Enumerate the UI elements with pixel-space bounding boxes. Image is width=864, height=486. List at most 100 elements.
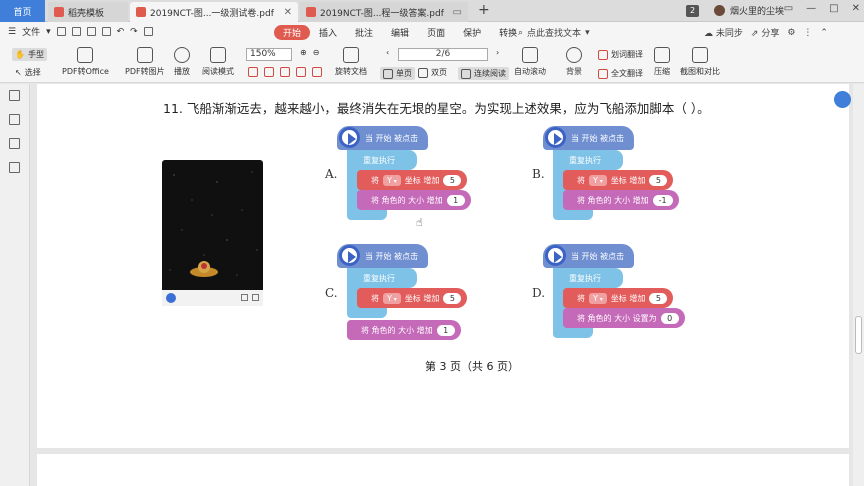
stage-controls	[162, 290, 263, 306]
tab-home[interactable]: 首页	[0, 0, 45, 22]
read-mode-button[interactable]: 阅读模式	[202, 47, 234, 77]
continuous-icon	[461, 68, 471, 79]
fit-page-icon[interactable]	[248, 67, 258, 77]
search-icon: ⌕	[518, 27, 524, 38]
document-viewport[interactable]: 11. 飞船渐渐远去，越来越小，最终消失在无垠的星空。为实现上述效果，应为飞船添…	[31, 84, 853, 486]
sync-button[interactable]: ☁ 未同步	[704, 26, 743, 39]
screenshot-compare-button[interactable]: 截图和对比	[680, 47, 720, 77]
background-button[interactable]: 背景	[566, 47, 582, 77]
share-label: 分享	[761, 29, 780, 39]
single-page-icon	[383, 68, 393, 79]
loop-label: 重复执行	[363, 155, 395, 165]
fit-width-icon[interactable]	[264, 67, 274, 77]
export-icon[interactable]	[101, 27, 111, 36]
double-page-button[interactable]: 双页	[418, 67, 447, 78]
page-number-input[interactable]: 2/6	[398, 48, 488, 61]
actual-size-icon[interactable]	[280, 67, 290, 77]
run-icon[interactable]	[166, 293, 176, 303]
pdf-to-office-button[interactable]: PDF转Office	[62, 47, 109, 77]
attachment-icon[interactable]	[9, 162, 20, 173]
redo-icon[interactable]: ↷	[130, 27, 138, 37]
pdf-page-next	[37, 454, 849, 486]
zoom-select[interactable]: 150%	[246, 48, 292, 61]
rotate-left-icon[interactable]	[296, 67, 306, 77]
tab-template[interactable]: 稻壳模板	[48, 2, 128, 22]
hand-tool-button[interactable]: ✋ 手型	[12, 48, 47, 61]
undo-icon[interactable]: ↶	[117, 27, 125, 37]
find-text[interactable]: ⌕ 点此查找文本 ▾	[518, 26, 590, 40]
pdf-to-image-button[interactable]: PDF转图片	[125, 47, 165, 77]
floating-tool-button[interactable]	[834, 91, 851, 108]
play-button[interactable]: 播放	[174, 47, 190, 77]
monitor-icon[interactable]: ▭	[449, 7, 462, 18]
block-text: 将 角色的 大小 增加	[371, 195, 443, 205]
close-window-icon[interactable]: ✕	[852, 3, 860, 14]
continuous-read-button[interactable]: 连续阅读	[458, 67, 509, 80]
next-page-icon[interactable]: ›	[496, 48, 499, 57]
translate-full-icon	[598, 68, 608, 79]
clipboard-icon[interactable]	[143, 27, 153, 36]
thumbnail-icon[interactable]	[9, 90, 20, 101]
cloud-icon: ☁	[704, 29, 713, 39]
layout-icon[interactable]	[241, 294, 248, 301]
block-value: -1	[652, 194, 673, 206]
rotate-icon	[343, 47, 359, 63]
block-prefix: 将	[371, 175, 379, 185]
change-size-block: 将 角色的 大小 增加 1	[357, 190, 471, 210]
select-tool-button[interactable]: ↖ 选择	[15, 67, 41, 78]
tab-edit[interactable]: 编辑	[382, 25, 418, 40]
sync-label: 未同步	[715, 29, 743, 39]
screenshot-label: 截图和对比	[680, 67, 720, 76]
tab-comment[interactable]: 批注	[346, 25, 382, 40]
block-prefix: 将	[371, 293, 379, 303]
prev-page-icon[interactable]: ‹	[386, 48, 389, 57]
tab-insert[interactable]: 插入	[310, 25, 346, 40]
close-icon[interactable]: ✕	[280, 7, 292, 18]
auto-scroll-button[interactable]: 自动滚动	[514, 47, 546, 77]
dropdown-icon[interactable]: ▾	[46, 27, 51, 37]
set-size-block: 将 角色的 大小 设置为 0	[563, 308, 685, 328]
minimize-icon[interactable]: —	[806, 3, 816, 14]
block-value: 5	[649, 292, 668, 304]
hat-label: 当 开始 被点击	[571, 133, 625, 143]
vertical-scrollbar[interactable]	[853, 84, 864, 486]
more-icon[interactable]: ⋮	[803, 28, 812, 38]
bookmark-icon[interactable]	[9, 114, 20, 125]
restore-icon[interactable]: ▭	[784, 3, 793, 14]
scrollbar-thumb[interactable]	[855, 316, 862, 354]
file-menu[interactable]: 文件	[22, 25, 40, 38]
tab-protect[interactable]: 保护	[454, 25, 490, 40]
play-label: 播放	[174, 67, 190, 76]
rotate-document-button[interactable]: 旋转文档	[335, 47, 367, 77]
maximize-icon[interactable]: □	[829, 3, 838, 14]
window-count-badge[interactable]: 2	[686, 5, 699, 17]
single-page-button[interactable]: 单页	[380, 67, 415, 80]
print-icon[interactable]	[86, 27, 96, 36]
zoom-in-icon[interactable]: ⊕	[300, 48, 307, 57]
page-footer: 第 3 页（共 6 页）	[425, 360, 519, 373]
tab-page[interactable]: 页面	[418, 25, 454, 40]
rotate-right-icon[interactable]	[312, 67, 322, 77]
background-label: 背景	[566, 67, 582, 76]
compress-button[interactable]: 压缩	[654, 47, 670, 77]
open-icon[interactable]	[56, 27, 66, 36]
tab-start[interactable]: 开始	[274, 25, 311, 40]
hamburger-icon[interactable]: ☰	[8, 27, 16, 37]
settings-icon[interactable]: ⚙	[787, 28, 795, 38]
tab-answer-pdf[interactable]: 2019NCT-图...程一级答案.pdf ▭	[300, 2, 468, 22]
tab-test-pdf[interactable]: 2019NCT-图...一级测试卷.pdf ✕	[130, 2, 298, 22]
script-option-c: 当 开始 被点击 重复执行 将Y坐标 增加5 将 角色的 大小 增加1	[337, 244, 527, 354]
block-text: 坐标 增加	[404, 293, 440, 303]
new-tab-button[interactable]: +	[478, 2, 490, 18]
fullscreen-icon[interactable]	[252, 294, 259, 301]
annotation-icon[interactable]	[9, 138, 20, 149]
full-translate-button[interactable]: 全文翻译	[598, 68, 643, 79]
collapse-icon[interactable]: ⌃	[820, 28, 828, 38]
zoom-out-icon[interactable]: ⊖	[313, 48, 320, 57]
share-button[interactable]: ⇗ 分享	[751, 26, 779, 39]
word-translate-button[interactable]: 划词翻译	[598, 49, 643, 60]
user-account[interactable]: 烟火里的尘埃	[714, 4, 784, 17]
view-tools	[248, 67, 322, 77]
block-value: 5	[443, 292, 462, 304]
save-icon[interactable]	[71, 27, 81, 36]
